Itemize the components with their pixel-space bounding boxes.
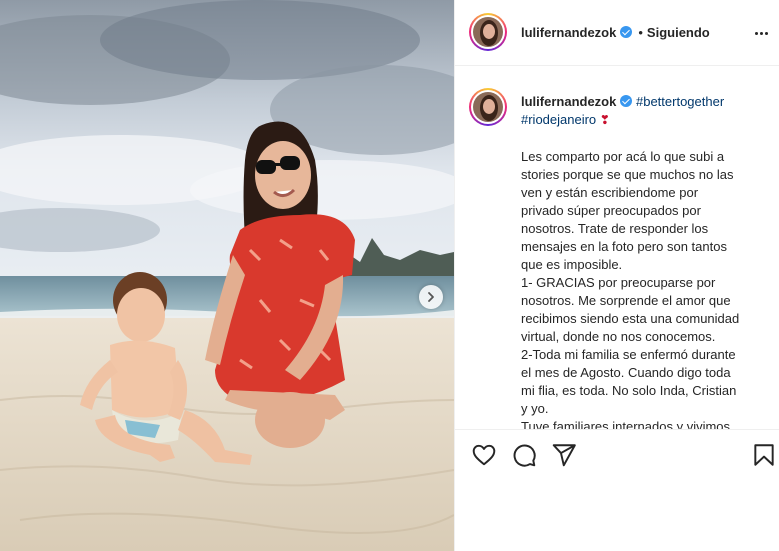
caption-line: virtual, donde no nos conocemos. [521,329,716,344]
post-header: lulifernandezok • Siguiendo [455,0,779,66]
send-icon [552,444,576,467]
share-button[interactable] [551,442,577,468]
verified-badge-icon [620,95,633,107]
post-details-panel: lulifernandezok • Siguiendo lulifernandezo… [454,0,779,551]
caption-line: 1- GRACIAS por preocuparse por [521,275,716,290]
caption-line: 2-Toda mi familia se enfermó durante [521,347,736,362]
comment-button[interactable] [511,442,537,468]
caption-line: stories porque se que muchos no las [521,167,734,182]
caption-area[interactable]: lulifernandezok #bettertogether #riodeja… [455,67,779,429]
caption-line: nosotros. Me sorprende el amor que [521,293,731,308]
caption-avatar[interactable] [469,88,507,126]
hashtag-riodejaneiro[interactable]: #riodejaneiro [521,112,596,127]
caption-line: Tuve familiares internados y vivimos [521,419,731,429]
avatar[interactable] [469,13,507,51]
caption-line: Les comparto por acá lo que subi a [521,149,725,164]
hashtag-bettertogether[interactable]: #bettertogether [636,94,724,109]
caption-line: mi flia, es toda. No solo Inda, Cristian [521,383,737,398]
action-bar [455,429,779,479]
following-button[interactable]: Siguiendo [647,25,710,40]
caption-line: mensajes en la foto pero son tantos [521,239,727,254]
next-photo-button[interactable] [419,285,443,309]
caption-head: lulifernandezok #bettertogether #riodeja… [521,93,771,129]
caption-line: y yo. [521,401,549,416]
bookmark-icon [754,444,774,466]
comment-icon [513,444,536,467]
like-button[interactable] [471,442,497,468]
save-button[interactable] [751,442,777,468]
caption-line: nosotros. Trate de responder los [521,221,709,236]
header-user-line: lulifernandezok • Siguiendo [521,24,710,42]
caption-line: el mes de Agosto. Cuando digo toda [521,365,731,380]
more-options-icon[interactable] [750,22,772,44]
post-photo[interactable] [0,0,454,551]
caption-text: Les comparto por acá lo que subi a stori… [521,148,769,429]
caption-username[interactable]: lulifernandezok [521,94,616,109]
verified-badge-icon [620,26,633,38]
heart-icon [472,444,496,466]
beach-photo-image [0,0,454,551]
heart-exclamation-emoji: ❣ [599,113,610,127]
chevron-right-icon [428,292,434,302]
caption-line: ven y están escribiendome por [521,185,699,200]
caption-line: que es imposible. [521,257,623,272]
caption-line: privado súper preocupados por [521,203,701,218]
caption-line: recibimos siendo esta una comunidad [521,311,740,326]
separator-dot: • [638,25,643,40]
header-username[interactable]: lulifernandezok [521,25,616,40]
